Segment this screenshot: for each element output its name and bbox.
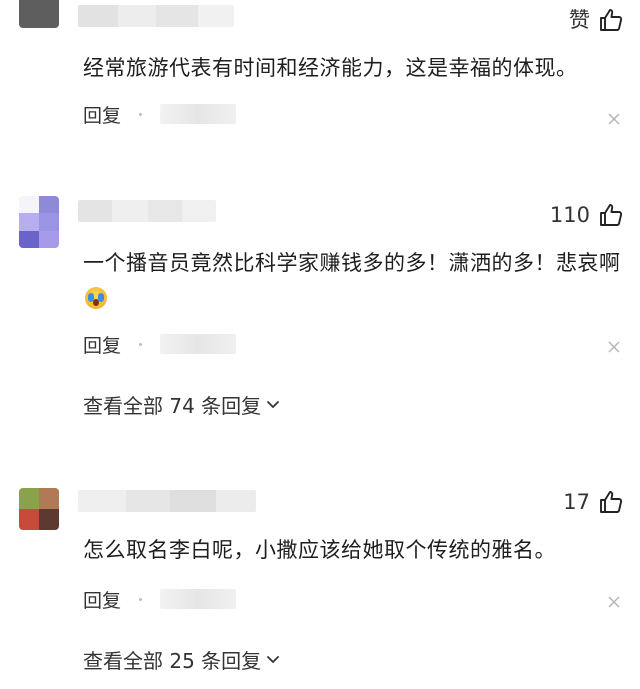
separator-dot bbox=[139, 112, 143, 116]
chevron-down-icon bbox=[267, 656, 280, 663]
timestamp-blurred bbox=[160, 589, 237, 609]
comment-text-content: 一个播音员竟然比科学家赚钱多的多！潇洒的多！悲哀啊 bbox=[83, 251, 621, 275]
reply-button[interactable]: 回复 bbox=[83, 101, 121, 128]
comment-actions: 回复 bbox=[83, 99, 237, 129]
avatar[interactable] bbox=[19, 0, 59, 28]
like-button[interactable]: 赞 bbox=[569, 6, 624, 34]
view-all-replies-label: 查看全部 25 条回复 bbox=[83, 648, 262, 673]
close-icon[interactable] bbox=[608, 341, 620, 353]
like-button[interactable]: 17 bbox=[563, 488, 624, 516]
comment-text: 怎么取名李白呢，小撒应该给她取个传统的雅名。 bbox=[83, 538, 556, 562]
username-blurred[interactable] bbox=[78, 5, 234, 27]
like-count: 赞 bbox=[569, 8, 590, 32]
like-button[interactable]: 110 bbox=[550, 201, 624, 229]
like-count: 110 bbox=[549, 203, 590, 227]
crying-face-emoji bbox=[85, 287, 107, 309]
chevron-down-icon bbox=[267, 401, 280, 408]
comment-text: 经常旅游代表有时间和经济能力，这是幸福的体现。 bbox=[83, 56, 578, 80]
timestamp-blurred bbox=[160, 334, 237, 354]
reply-button[interactable]: 回复 bbox=[83, 331, 121, 358]
separator-dot bbox=[139, 597, 143, 601]
view-all-replies-label: 查看全部 74 条回复 bbox=[83, 393, 262, 418]
avatar[interactable] bbox=[19, 488, 59, 530]
view-all-replies-button[interactable]: 查看全部 74 条回复 bbox=[83, 389, 281, 419]
comment-actions: 回复 bbox=[83, 329, 237, 359]
thumbs-up-icon bbox=[600, 9, 623, 31]
comment-text: 一个播音员竟然比科学家赚钱多的多！潇洒的多！悲哀啊 bbox=[83, 245, 623, 317]
comment-actions: 回复 bbox=[83, 584, 237, 614]
thumbs-up-icon bbox=[600, 491, 623, 513]
view-all-replies-button[interactable]: 查看全部 25 条回复 bbox=[83, 644, 281, 674]
username-blurred[interactable] bbox=[78, 490, 256, 512]
close-icon[interactable] bbox=[608, 113, 620, 125]
timestamp-blurred bbox=[160, 104, 237, 124]
separator-dot bbox=[139, 342, 143, 346]
username-blurred[interactable] bbox=[78, 200, 216, 222]
like-count: 17 bbox=[563, 490, 590, 514]
thumbs-up-icon bbox=[600, 204, 623, 226]
avatar[interactable] bbox=[19, 196, 59, 248]
reply-button[interactable]: 回复 bbox=[83, 586, 121, 613]
close-icon[interactable] bbox=[608, 596, 620, 608]
